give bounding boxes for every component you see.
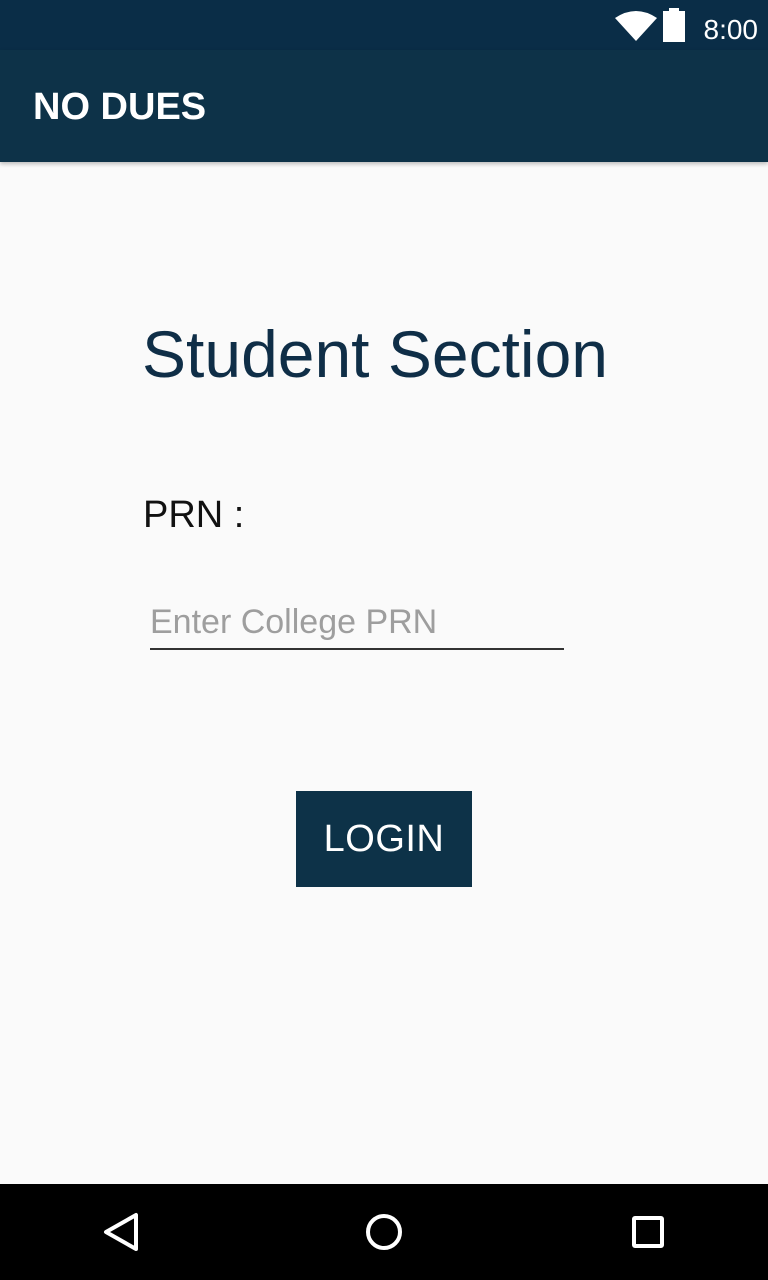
prn-label: PRN : <box>143 494 245 536</box>
battery-icon <box>663 8 685 42</box>
home-icon[interactable] <box>324 1184 444 1280</box>
app-title: NO DUES <box>33 86 207 128</box>
recents-icon[interactable] <box>588 1184 708 1280</box>
prn-input[interactable] <box>150 596 564 650</box>
page-title: Student Section <box>142 317 608 391</box>
wifi-icon <box>615 11 657 41</box>
status-time: 8:00 <box>703 14 759 45</box>
back-icon[interactable] <box>60 1184 180 1280</box>
navigation-bar <box>0 1184 768 1280</box>
app-bar: NO DUES <box>0 50 768 162</box>
login-button[interactable]: LOGIN <box>296 791 472 887</box>
status-bar: 8:00 <box>0 0 768 50</box>
